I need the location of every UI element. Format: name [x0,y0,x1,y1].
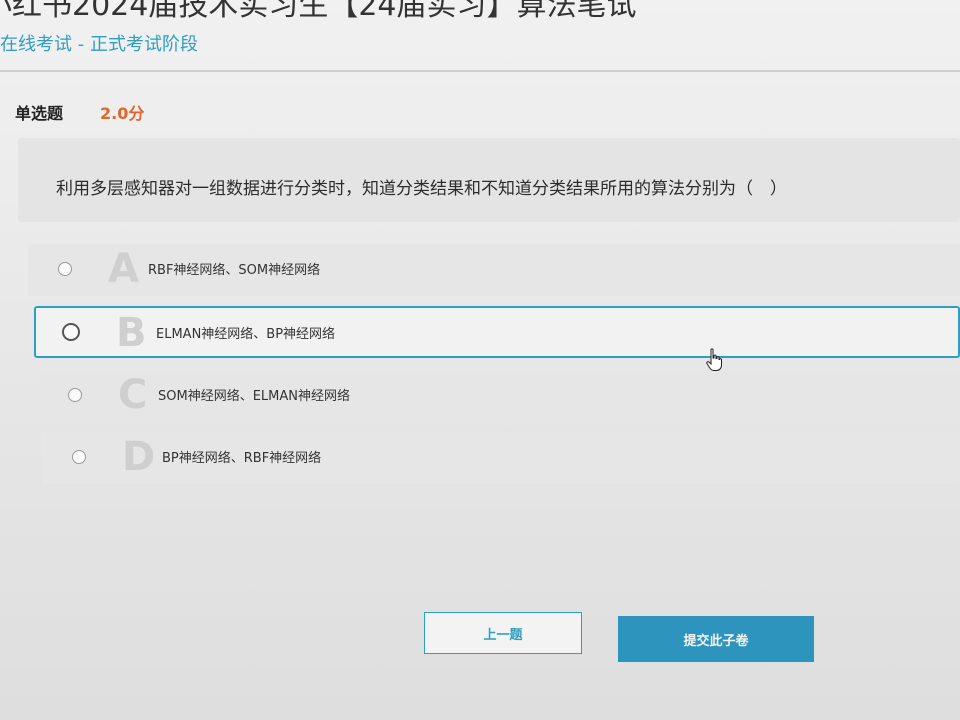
submit-section-button[interactable]: 提交此子卷 [618,616,814,662]
option-letter: A [108,246,139,292]
radio-button-icon[interactable] [58,262,72,276]
question-score: 2.0分 [100,104,145,123]
option-letter: B [116,310,147,356]
previous-question-button[interactable]: 上一题 [424,612,582,654]
question-stem-box: 利用多层感知器对一组数据进行分类时，知道分类结果和不知道分类结果所用的算法分别为… [18,138,960,222]
option-a[interactable]: A RBF神经网络、SOM神经网络 [28,244,960,296]
question-type-label: 单选题 [15,104,64,123]
option-text: BP神经网络、RBF神经网络 [162,451,322,466]
option-text: ELMAN神经网络、BP神经网络 [156,327,336,342]
option-text: RBF神经网络、SOM神经网络 [148,263,321,278]
radio-button-icon[interactable] [68,388,82,402]
exam-title: 小红书2024届技术实习生【24届实习】算法笔试 [0,0,637,23]
radio-button-icon[interactable] [72,450,86,464]
option-letter: C [118,372,148,418]
radio-button-icon[interactable] [62,323,80,341]
exam-screen: 小红书2024届技术实习生【24届实习】算法笔试 在线考试 - 正式考试阶段 单… [0,0,960,720]
option-c[interactable]: C SOM神经网络、ELMAN神经网络 [38,370,960,422]
header-divider [0,70,960,72]
exam-stage-subtitle: 在线考试 - 正式考试阶段 [0,34,198,55]
hand-pointer-icon [706,348,722,371]
option-d[interactable]: D BP神经网络、RBF神经网络 [42,432,960,484]
option-letter: D [122,434,156,480]
option-b[interactable]: B ELMAN神经网络、BP神经网络 [34,306,960,358]
option-text: SOM神经网络、ELMAN神经网络 [158,389,350,404]
question-text: 利用多层感知器对一组数据进行分类时，知道分类结果和不知道分类结果所用的算法分别为… [56,179,787,199]
